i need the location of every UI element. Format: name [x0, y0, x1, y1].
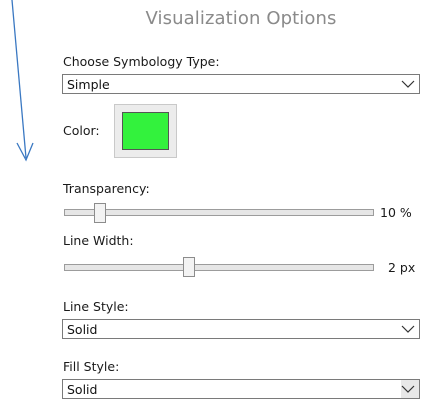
color-swatch: [122, 112, 169, 150]
fill-style-label: Fill Style:: [63, 359, 120, 374]
transparency-slider-track[interactable]: [64, 209, 374, 216]
transparency-label: Transparency:: [63, 181, 150, 196]
line-width-label: Line Width:: [63, 233, 134, 248]
transparency-readout: 10 %: [380, 205, 412, 220]
chevron-down-icon: [401, 385, 415, 393]
symbology-label: Choose Symbology Type:: [63, 54, 220, 69]
fill-style-select[interactable]: Solid: [62, 379, 420, 399]
color-label: Color:: [63, 123, 100, 138]
chevron-down-icon: [401, 325, 415, 333]
transparency-slider-thumb[interactable]: [93, 203, 106, 223]
symbology-select[interactable]: Simple: [62, 74, 420, 94]
line-width-readout: 2 px: [388, 260, 416, 275]
line-style-value: Solid: [67, 322, 98, 337]
symbology-value: Simple: [67, 77, 110, 92]
chevron-down-icon: [401, 80, 415, 88]
line-width-slider-track[interactable]: [64, 264, 374, 271]
line-style-label: Line Style:: [63, 299, 129, 314]
color-picker-button[interactable]: [114, 104, 177, 158]
fill-style-value: Solid: [67, 382, 98, 397]
line-style-select[interactable]: Solid: [62, 319, 420, 339]
line-width-slider-thumb[interactable]: [183, 257, 196, 277]
panel-title: Visualization Options: [145, 8, 337, 29]
